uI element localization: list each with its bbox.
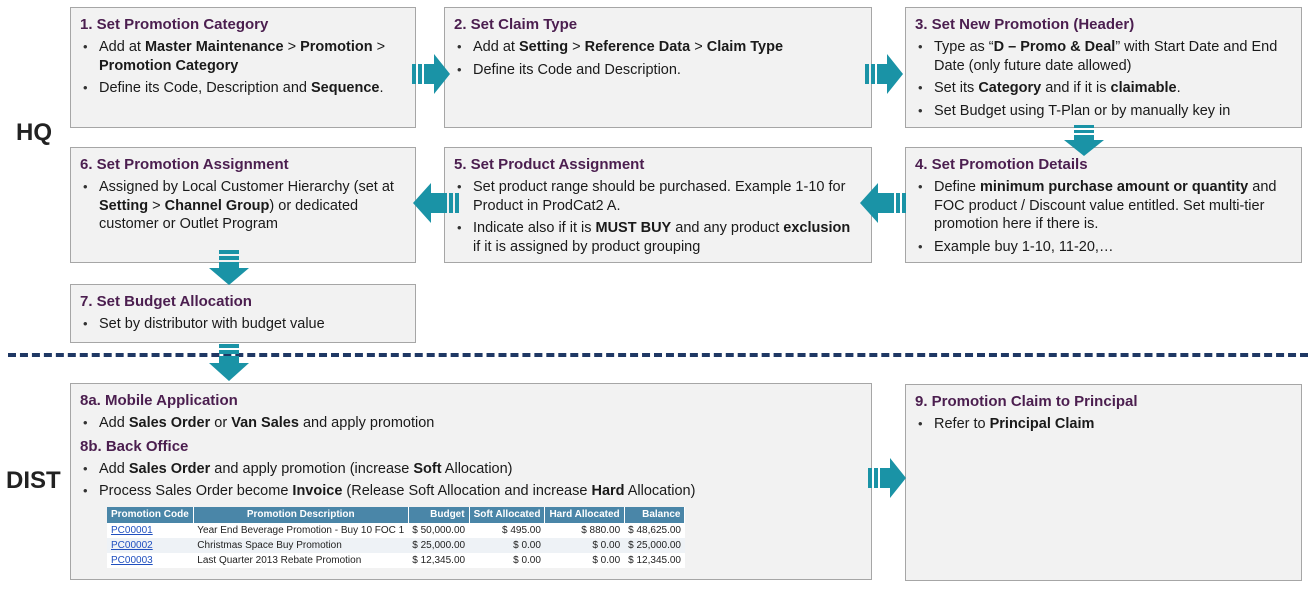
column-header[interactable]: Balance bbox=[624, 507, 686, 523]
column-header[interactable]: Hard Allocated bbox=[544, 507, 625, 523]
bullet-item: Example buy 1-10, 11-20,… bbox=[915, 238, 1291, 257]
promotion-code-cell[interactable]: PC00002 bbox=[107, 538, 194, 553]
promotion-code-cell[interactable]: PC00001 bbox=[107, 523, 194, 538]
step-8b-title: 8b. Back Office bbox=[80, 437, 189, 455]
bullet-item: Indicate also if it is MUST BUY and any … bbox=[454, 219, 861, 256]
bullet-item: Set Budget using T-Plan or by manually k… bbox=[915, 102, 1291, 121]
table-cell: $ 48,625.00 bbox=[624, 523, 685, 538]
step-6-title: 6. Set Promotion Assignment bbox=[80, 156, 289, 173]
step-7-title: 7. Set Budget Allocation bbox=[80, 293, 252, 310]
column-header[interactable]: Promotion Description bbox=[193, 507, 409, 523]
step-3-box: 3. Set New Promotion (Header) Type as “D… bbox=[905, 7, 1302, 128]
bullet-item: Set product range should be purchased. E… bbox=[454, 178, 861, 215]
table-row: PC00002 Christmas Space Buy Promotion $ 25… bbox=[107, 538, 685, 553]
step-6-box: 6. Set Promotion Assignment Assigned by … bbox=[70, 147, 416, 263]
bullet-item: Refer to Principal Claim bbox=[915, 415, 1291, 434]
promotion-table-header: Promotion Code Promotion Description Budge… bbox=[107, 507, 686, 523]
bullet-item: Define its Code and Description. bbox=[454, 61, 861, 80]
step-1-list: Add at Master Maintenance > Promotion > … bbox=[80, 38, 405, 98]
step-3-list: Type as “D – Promo & Deal” with Start Da… bbox=[915, 38, 1291, 120]
arrow-right-icon bbox=[865, 54, 903, 94]
arrow-left-icon bbox=[413, 183, 459, 223]
table-cell: $ 0.00 bbox=[544, 538, 625, 553]
step-1-title: 1. Set Promotion Category bbox=[80, 16, 269, 33]
step-5-box: 5. Set Product Assignment Set product ra… bbox=[444, 147, 872, 263]
bullet-item: Process Sales Order become Invoice (Rele… bbox=[80, 482, 861, 501]
arrow-left-icon bbox=[860, 183, 906, 223]
step-1-box: 1. Set Promotion Category Add at Master … bbox=[70, 7, 416, 128]
bullet-item: Set its Category and if it is claimable. bbox=[915, 79, 1291, 98]
step-8a-list: Add Sales Order or Van Sales and apply p… bbox=[80, 414, 861, 433]
step-6-list: Assigned by Local Customer Hierarchy (se… bbox=[80, 178, 405, 234]
table-cell: $ 25,000.00 bbox=[624, 538, 685, 553]
arrow-right-icon bbox=[868, 458, 906, 498]
step-3-title: 3. Set New Promotion (Header) bbox=[915, 16, 1135, 33]
bullet-item: Add Sales Order or Van Sales and apply p… bbox=[80, 414, 861, 433]
step-4-title: 4. Set Promotion Details bbox=[915, 156, 1088, 173]
arrow-down-icon bbox=[209, 344, 249, 381]
arrow-right-icon bbox=[412, 54, 450, 94]
step-7-box: 7. Set Budget Allocation Set by distribu… bbox=[70, 284, 416, 343]
promotion-code-link[interactable]: PC00002 bbox=[111, 540, 153, 551]
step-8b-list: Add Sales Order and apply promotion (inc… bbox=[80, 460, 861, 501]
step-4-list: Define minimum purchase amount or quanti… bbox=[915, 178, 1291, 256]
bullet-item: Define minimum purchase amount or quanti… bbox=[915, 178, 1291, 234]
step-2-list: Add at Setting > Reference Data > Claim … bbox=[454, 38, 861, 79]
step-9-title: 9. Promotion Claim to Principal bbox=[915, 393, 1138, 410]
hq-section-label: HQ bbox=[16, 119, 52, 146]
hq-dist-divider bbox=[8, 353, 1308, 357]
step-9-list: Refer to Principal Claim bbox=[915, 415, 1291, 434]
bullet-item: Define its Code, Description and Sequenc… bbox=[80, 79, 405, 98]
column-header[interactable]: Promotion Code bbox=[107, 507, 194, 523]
table-cell: Christmas Space Buy Promotion bbox=[193, 538, 409, 553]
bullet-item: Add at Master Maintenance > Promotion > … bbox=[80, 38, 405, 75]
table-cell: $ 50,000.00 bbox=[408, 523, 470, 538]
table-cell: Last Quarter 2013 Rebate Promotion bbox=[193, 553, 409, 568]
table-cell: Year End Beverage Promotion - Buy 10 FOC… bbox=[193, 523, 409, 538]
step-9-box: 9. Promotion Claim to Principal Refer to… bbox=[905, 384, 1302, 581]
table-cell: $ 0.00 bbox=[469, 538, 545, 553]
arrow-down-icon bbox=[1064, 125, 1104, 156]
step-8a-title: 8a. Mobile Application bbox=[80, 392, 238, 409]
step-5-title: 5. Set Product Assignment bbox=[454, 156, 645, 173]
table-cell: $ 12,345.00 bbox=[624, 553, 685, 568]
table-cell: $ 0.00 bbox=[544, 553, 625, 568]
bullet-item: Add at Setting > Reference Data > Claim … bbox=[454, 38, 861, 57]
promotion-table: Promotion Code Promotion Description Budge… bbox=[107, 507, 686, 568]
column-header[interactable]: Budget bbox=[408, 507, 470, 523]
promotion-code-link[interactable]: PC00003 bbox=[111, 555, 153, 566]
bullet-item: Set by distributor with budget value bbox=[80, 315, 405, 334]
table-cell: $ 12,345.00 bbox=[408, 553, 470, 568]
step-2-title: 2. Set Claim Type bbox=[454, 16, 578, 33]
promotion-code-cell[interactable]: PC00003 bbox=[107, 553, 194, 568]
table-cell: $ 880.00 bbox=[544, 523, 625, 538]
bullet-item: Type as “D – Promo & Deal” with Start Da… bbox=[915, 38, 1291, 75]
table-cell: $ 25,000.00 bbox=[408, 538, 470, 553]
table-row: PC00003 Last Quarter 2013 Rebate Promotio… bbox=[107, 553, 685, 568]
step-7-list: Set by distributor with budget value bbox=[80, 315, 405, 334]
arrow-down-icon bbox=[209, 250, 249, 285]
promotion-table-body: PC00001 Year End Beverage Promotion - Buy… bbox=[107, 523, 685, 568]
bullet-item: Assigned by Local Customer Hierarchy (se… bbox=[80, 178, 405, 234]
column-header[interactable]: Soft Allocated bbox=[469, 507, 546, 523]
dist-section-label: DIST bbox=[6, 467, 61, 494]
step-5-list: Set product range should be purchased. E… bbox=[454, 178, 861, 256]
step-4-box: 4. Set Promotion Details Define minimum … bbox=[905, 147, 1302, 263]
table-cell: $ 0.00 bbox=[469, 553, 545, 568]
table-row: PC00001 Year End Beverage Promotion - Buy… bbox=[107, 523, 685, 538]
bullet-item: Add Sales Order and apply promotion (inc… bbox=[80, 460, 861, 479]
promotion-code-link[interactable]: PC00001 bbox=[111, 525, 153, 536]
step-2-box: 2. Set Claim Type Add at Setting > Refer… bbox=[444, 7, 872, 128]
table-cell: $ 495.00 bbox=[469, 523, 545, 538]
